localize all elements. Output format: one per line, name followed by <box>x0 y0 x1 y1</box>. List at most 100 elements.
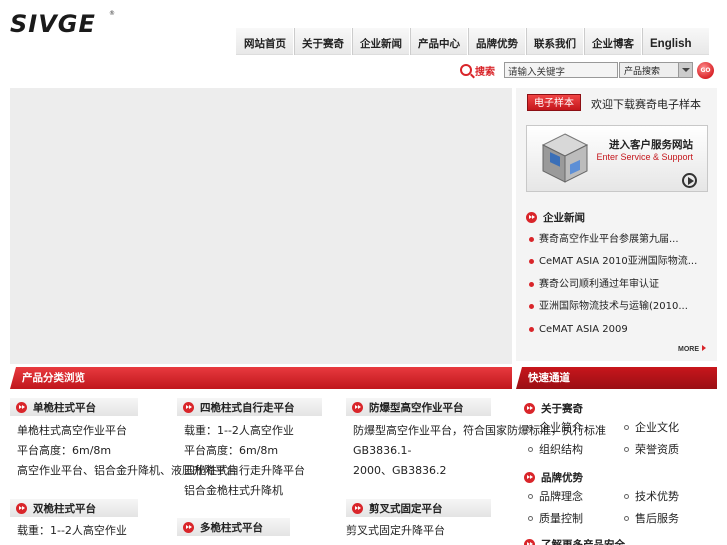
registered-mark: ® <box>109 10 115 17</box>
quick-link-text[interactable]: 企业文化 <box>635 417 679 439</box>
double-arrow-icon <box>524 472 535 483</box>
quick-link-text[interactable]: 荣誉资质 <box>635 439 679 461</box>
quick-link[interactable]: 组织结构 <box>528 439 624 461</box>
search-label: 搜索 <box>475 66 495 78</box>
products-section-title: 产品分类浏览 <box>10 367 512 389</box>
quick-link-text[interactable]: 企业简介 <box>539 417 583 439</box>
category-item[interactable]: 铝合金桅柱式升降机 <box>184 481 322 501</box>
double-arrow-icon <box>526 212 537 223</box>
news-item[interactable]: 亚洲国际物流技术与运输(2010... <box>529 296 713 319</box>
main-banner <box>10 88 512 364</box>
news-item-text[interactable]: CeMAT ASIA 2010亚洲国际物流... <box>539 254 697 269</box>
quick-group-label[interactable]: 关于赛奇 <box>541 401 583 416</box>
news-item-text[interactable]: 赛奇高空作业平台参展第九届... <box>539 232 679 247</box>
ebook-download-text[interactable]: 欢迎下载赛奇电子样本 <box>591 96 701 112</box>
quick-link-text[interactable]: 组织结构 <box>539 439 583 461</box>
search-select-value: 产品搜索 <box>624 67 661 77</box>
sivge-logo[interactable]: SIVGE ® <box>10 10 115 38</box>
service-support-link[interactable]: 进入客户服务网站 Enter Service & Support <box>526 125 708 192</box>
news-item-text[interactable]: 赛奇公司顺利通过年审认证 <box>539 277 659 292</box>
news-item-text[interactable]: CeMAT ASIA 2009 <box>539 322 628 337</box>
ring-bullet-icon <box>624 425 629 431</box>
category-header[interactable]: 防爆型高空作业平台 <box>346 398 491 416</box>
quick-link[interactable]: 企业文化 <box>624 417 708 439</box>
double-arrow-icon <box>183 401 194 413</box>
bullet-icon <box>529 326 534 332</box>
search-go-button[interactable]: GO <box>697 61 714 79</box>
bullet-icon <box>529 281 534 287</box>
category-header[interactable]: 双桅柱式平台 <box>10 499 138 517</box>
quick-link[interactable]: 质量控制 <box>528 508 624 530</box>
nav-blog[interactable]: 企业博客 <box>584 27 642 55</box>
category-item[interactable]: 四桅柱式自行走升降平台 <box>184 461 322 481</box>
quick-group-label[interactable]: 品牌优势 <box>541 470 583 485</box>
news-item[interactable]: CeMAT ASIA 2010亚洲国际物流... <box>529 251 713 274</box>
category-double-mast: 双桅柱式平台 载重：1--2人高空作业 <box>10 499 138 541</box>
news-item[interactable]: CeMAT ASIA 2009 <box>529 318 713 341</box>
quick-group-title[interactable]: 品牌优势 <box>524 470 583 485</box>
bullet-icon <box>529 236 534 242</box>
news-more-link[interactable]: MORE <box>678 345 706 353</box>
category-title[interactable]: 防爆型高空作业平台 <box>369 400 464 415</box>
double-arrow-icon <box>524 539 535 545</box>
quick-link[interactable]: 企业简介 <box>528 417 624 439</box>
quick-link-text[interactable]: 售后服务 <box>635 508 679 530</box>
bullet-icon <box>529 304 534 310</box>
news-item[interactable]: 赛奇公司顺利通过年审认证 <box>529 273 713 296</box>
category-item[interactable]: 剪叉式固定升降平台 <box>346 521 491 541</box>
category-title[interactable]: 单桅柱式平台 <box>33 400 96 415</box>
news-item-text[interactable]: 亚洲国际物流技术与运输(2010... <box>539 299 688 314</box>
nav-brand[interactable]: 品牌优势 <box>468 27 526 55</box>
double-arrow-icon <box>352 502 363 514</box>
category-header[interactable]: 单桅柱式平台 <box>10 398 138 416</box>
double-arrow-icon <box>524 403 535 414</box>
quick-group-links: 品牌理念 技术优势 质量控制 售后服务 <box>528 486 708 529</box>
bullet-icon <box>529 259 534 265</box>
quick-link-text[interactable]: 技术优势 <box>635 486 679 508</box>
ebook-button[interactable]: 电子样本 <box>527 94 581 111</box>
quick-link-text[interactable]: 质量控制 <box>539 508 583 530</box>
quick-group-title[interactable]: 了解更多产品安全 <box>524 537 625 545</box>
category-title[interactable]: 多桅柱式平台 <box>200 520 263 535</box>
nav-about[interactable]: 关于赛奇 <box>294 27 352 55</box>
nav-products[interactable]: 产品中心 <box>410 27 468 55</box>
quick-link-text[interactable]: 品牌理念 <box>539 486 583 508</box>
search-input[interactable]: 请输入关键字 <box>504 62 618 78</box>
logo-text: SIVGE <box>10 10 96 38</box>
play-icon[interactable] <box>682 173 697 188</box>
service-title: 进入客户服务网站 <box>609 139 693 151</box>
news-item[interactable]: 赛奇高空作业平台参展第九届... <box>529 228 713 251</box>
quick-group-title[interactable]: 关于赛奇 <box>524 401 583 416</box>
category-title[interactable]: 双桅柱式平台 <box>33 501 96 516</box>
nav-news[interactable]: 企业新闻 <box>352 27 410 55</box>
quick-link[interactable]: 品牌理念 <box>528 486 624 508</box>
search-bar: 搜索 请输入关键字 产品搜索 GO <box>460 61 714 79</box>
category-multi-mast: 多桅柱式平台 <box>177 518 290 536</box>
quick-group-label[interactable]: 了解更多产品安全 <box>541 537 625 545</box>
category-header[interactable]: 剪叉式固定平台 <box>346 499 491 517</box>
search-type-select[interactable]: 产品搜索 <box>619 62 693 78</box>
category-item[interactable]: 载重：1--2人高空作业 <box>184 421 322 441</box>
news-heading-label: 企业新闻 <box>543 212 585 224</box>
category-title[interactable]: 四桅柱式自行走平台 <box>200 400 295 415</box>
quick-group-links: 企业简介 企业文化 组织结构 荣誉资质 <box>528 417 708 460</box>
quick-link[interactable]: 技术优势 <box>624 486 708 508</box>
nav-home[interactable]: 网站首页 <box>236 27 294 55</box>
category-header[interactable]: 多桅柱式平台 <box>177 518 290 536</box>
category-scissor-fixed: 剪叉式固定平台 剪叉式固定升降平台 <box>346 499 491 541</box>
quick-link[interactable]: 售后服务 <box>624 508 708 530</box>
chevron-down-icon <box>678 63 692 77</box>
news-heading: 企业新闻 <box>526 210 585 225</box>
nav-contact[interactable]: 联系我们 <box>526 27 584 55</box>
category-item[interactable]: 平台高度：6m/8m <box>184 441 322 461</box>
category-title[interactable]: 剪叉式固定平台 <box>369 501 443 516</box>
nav-english[interactable]: English <box>642 28 699 55</box>
category-header[interactable]: 四桅柱式自行走平台 <box>177 398 322 416</box>
double-arrow-icon <box>352 401 363 413</box>
category-item[interactable]: 载重：1--2人高空作业 <box>17 521 138 541</box>
quick-link[interactable]: 荣誉资质 <box>624 439 708 461</box>
search-icon <box>460 64 472 76</box>
ring-bullet-icon <box>528 515 533 521</box>
right-panel: 电子样本 欢迎下载赛奇电子样本 进入客户服务网站 Enter Service &… <box>516 88 717 361</box>
news-list: 赛奇高空作业平台参展第九届... CeMAT ASIA 2010亚洲国际物流..… <box>529 228 713 341</box>
